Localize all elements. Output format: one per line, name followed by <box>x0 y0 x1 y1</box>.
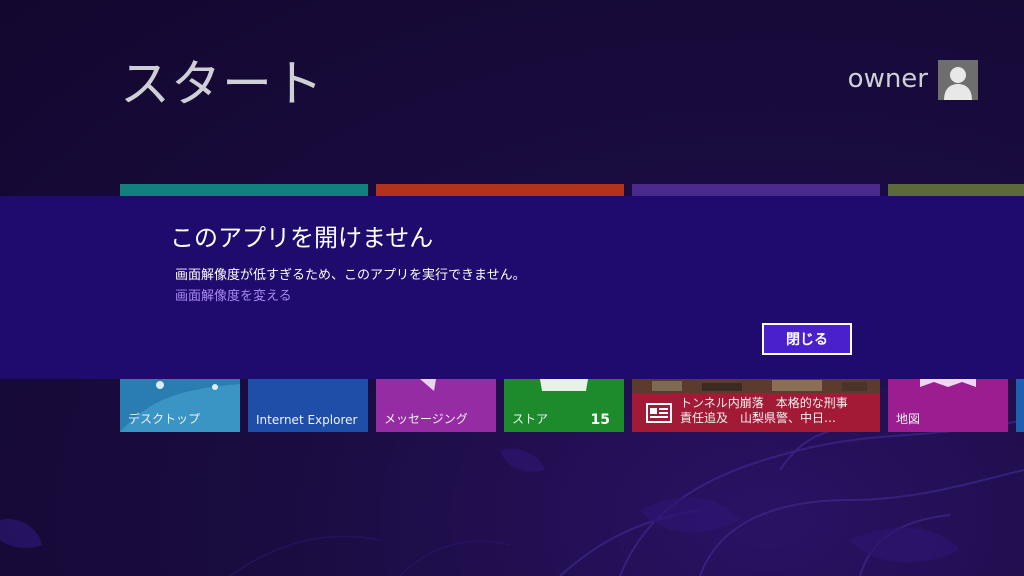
close-button[interactable]: 閉じる <box>762 323 852 355</box>
tile-store-badge: 15 <box>590 412 610 428</box>
tile-desktop[interactable]: デスクトップ <box>120 379 240 432</box>
news-photo-strip <box>632 379 880 393</box>
dialog-title: このアプリを開けません <box>170 224 434 252</box>
tile-photo-top[interactable] <box>888 184 1024 196</box>
tile-purple-top[interactable] <box>632 184 880 196</box>
tile-partial-right[interactable] <box>1016 379 1024 432</box>
news-headline: トンネル内崩落 本格的な刑事 責任追及 山梨県警、中日… <box>680 396 848 426</box>
news-headline-line2: 責任追及 山梨県警、中日… <box>680 411 837 425</box>
dialog-message: 画面解像度が低すぎるため、このアプリを実行できません。 <box>175 268 526 283</box>
tile-store-label: ストア <box>512 412 549 426</box>
newspaper-icon <box>646 403 672 423</box>
change-resolution-link[interactable]: 画面解像度を変える <box>175 285 292 304</box>
tile-ie-label: Internet Explorer <box>256 413 358 427</box>
tile-store[interactable]: ストア 15 <box>504 379 624 432</box>
start-screen: スタート owner デスクトップ Internet Explorer メッセー… <box>0 0 1024 576</box>
tile-news-top-left[interactable] <box>376 184 624 196</box>
tile-internet-explorer[interactable]: Internet Explorer <box>248 379 368 432</box>
tile-maps-label: 地図 <box>896 412 921 426</box>
user-name[interactable]: owner <box>848 64 928 94</box>
tile-messaging-label: メッセージング <box>384 412 468 426</box>
tile-maps[interactable]: 地図 <box>888 379 1008 432</box>
tile-messaging[interactable]: メッセージング <box>376 379 496 432</box>
tile-desktop-label: デスクトップ <box>128 412 201 426</box>
user-avatar-icon[interactable] <box>938 60 978 100</box>
error-dialog: このアプリを開けません 画面解像度が低すぎるため、このアプリを実行できません。 … <box>0 196 1024 379</box>
tile-desktop-top[interactable] <box>120 184 368 196</box>
start-title: スタート <box>120 55 324 113</box>
tile-news[interactable]: トンネル内崩落 本格的な刑事 責任追及 山梨県警、中日… <box>632 379 880 432</box>
news-headline-line1: トンネル内崩落 本格的な刑事 <box>680 396 848 410</box>
